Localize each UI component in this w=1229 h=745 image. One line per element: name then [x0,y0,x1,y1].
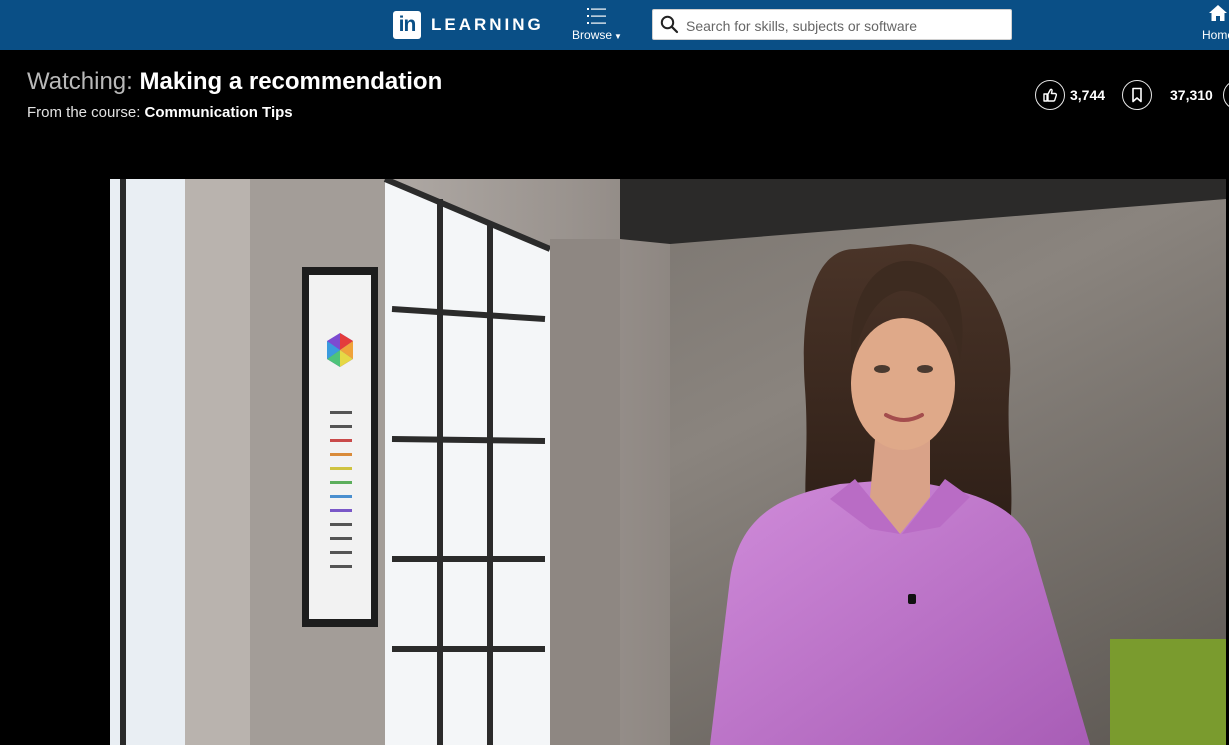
course-prefix: From the course: [27,104,141,121]
browse-menu-button[interactable]: Browse ▼ [568,4,626,46]
more-options-button[interactable] [1223,80,1229,110]
search-icon [660,15,679,34]
video-title: Watching: Making a recommendation [27,68,442,96]
course-info: From the course: Communication Tips [27,104,293,121]
logo-text: LEARNING [431,15,544,34]
list-menu-icon [587,8,606,24]
like-count: 3,744 [1070,87,1106,103]
search-box[interactable] [652,9,1012,41]
save-bookmark-button[interactable] [1122,80,1152,110]
bookmark-icon [1132,87,1142,103]
linkedin-logo-mark: in [393,11,421,39]
like-button[interactable] [1035,80,1065,110]
engagement-stats: 3,744 37,310 [1034,80,1229,112]
home-label: Home [1202,28,1229,42]
linkedin-learning-logo[interactable]: in LEARNING [393,11,544,39]
video-frame-presenter [110,179,1226,745]
browse-label: Browse [572,28,613,42]
page-title: Making a recommendation [139,68,443,95]
chevron-down-icon: ▼ [614,32,622,41]
course-name-link[interactable]: Communication Tips [145,104,293,121]
save-count: 37,310 [1170,87,1213,103]
search-input[interactable] [684,10,1008,41]
watching-prefix: Watching: [27,68,133,95]
thumbs-up-icon [1043,88,1058,102]
top-nav-bar: in LEARNING Browse▼ Home [0,0,1229,50]
home-nav-button[interactable]: Home [1199,4,1229,46]
video-player[interactable] [110,179,1226,745]
home-icon [1209,5,1227,21]
